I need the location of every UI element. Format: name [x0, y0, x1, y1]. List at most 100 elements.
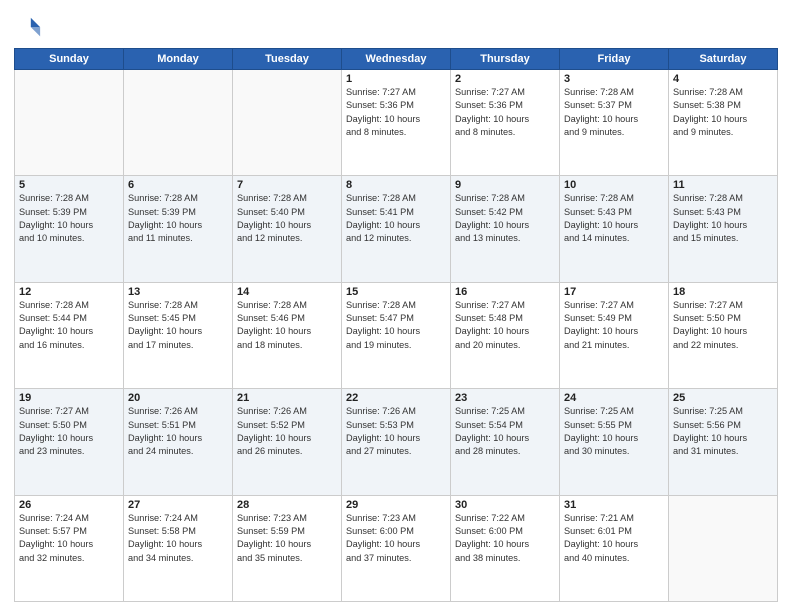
day-info: Sunrise: 7:28 AM Sunset: 5:46 PM Dayligh… — [237, 299, 337, 352]
day-info: Sunrise: 7:28 AM Sunset: 5:37 PM Dayligh… — [564, 86, 664, 139]
day-number: 12 — [19, 286, 119, 298]
logo — [14, 14, 44, 42]
day-info: Sunrise: 7:23 AM Sunset: 5:59 PM Dayligh… — [237, 512, 337, 565]
calendar-day-15: 15Sunrise: 7:28 AM Sunset: 5:47 PM Dayli… — [342, 282, 451, 388]
day-info: Sunrise: 7:28 AM Sunset: 5:43 PM Dayligh… — [564, 192, 664, 245]
day-number: 3 — [564, 73, 664, 85]
day-number: 9 — [455, 179, 555, 191]
day-number: 15 — [346, 286, 446, 298]
day-number: 11 — [673, 179, 773, 191]
calendar-day-22: 22Sunrise: 7:26 AM Sunset: 5:53 PM Dayli… — [342, 389, 451, 495]
calendar-day-1: 1Sunrise: 7:27 AM Sunset: 5:36 PM Daylig… — [342, 70, 451, 176]
day-number: 17 — [564, 286, 664, 298]
logo-icon — [14, 14, 42, 42]
day-number: 16 — [455, 286, 555, 298]
day-info: Sunrise: 7:25 AM Sunset: 5:55 PM Dayligh… — [564, 405, 664, 458]
day-info: Sunrise: 7:24 AM Sunset: 5:57 PM Dayligh… — [19, 512, 119, 565]
day-info: Sunrise: 7:28 AM Sunset: 5:45 PM Dayligh… — [128, 299, 228, 352]
calendar-day-26: 26Sunrise: 7:24 AM Sunset: 5:57 PM Dayli… — [15, 495, 124, 601]
calendar-day-28: 28Sunrise: 7:23 AM Sunset: 5:59 PM Dayli… — [233, 495, 342, 601]
calendar-week-row: 26Sunrise: 7:24 AM Sunset: 5:57 PM Dayli… — [15, 495, 778, 601]
day-header-saturday: Saturday — [669, 49, 778, 70]
day-number: 13 — [128, 286, 228, 298]
day-info: Sunrise: 7:27 AM Sunset: 5:36 PM Dayligh… — [346, 86, 446, 139]
calendar-day-11: 11Sunrise: 7:28 AM Sunset: 5:43 PM Dayli… — [669, 176, 778, 282]
day-info: Sunrise: 7:24 AM Sunset: 5:58 PM Dayligh… — [128, 512, 228, 565]
day-number: 5 — [19, 179, 119, 191]
day-number: 19 — [19, 392, 119, 404]
day-header-monday: Monday — [124, 49, 233, 70]
day-number: 23 — [455, 392, 555, 404]
day-info: Sunrise: 7:22 AM Sunset: 6:00 PM Dayligh… — [455, 512, 555, 565]
calendar-week-row: 1Sunrise: 7:27 AM Sunset: 5:36 PM Daylig… — [15, 70, 778, 176]
day-header-wednesday: Wednesday — [342, 49, 451, 70]
day-info: Sunrise: 7:27 AM Sunset: 5:49 PM Dayligh… — [564, 299, 664, 352]
calendar-day-empty — [15, 70, 124, 176]
calendar-day-25: 25Sunrise: 7:25 AM Sunset: 5:56 PM Dayli… — [669, 389, 778, 495]
day-info: Sunrise: 7:28 AM Sunset: 5:41 PM Dayligh… — [346, 192, 446, 245]
day-number: 8 — [346, 179, 446, 191]
page: SundayMondayTuesdayWednesdayThursdayFrid… — [0, 0, 792, 612]
calendar-day-7: 7Sunrise: 7:28 AM Sunset: 5:40 PM Daylig… — [233, 176, 342, 282]
calendar-day-29: 29Sunrise: 7:23 AM Sunset: 6:00 PM Dayli… — [342, 495, 451, 601]
day-number: 14 — [237, 286, 337, 298]
day-header-tuesday: Tuesday — [233, 49, 342, 70]
day-number: 31 — [564, 499, 664, 511]
day-number: 2 — [455, 73, 555, 85]
day-info: Sunrise: 7:27 AM Sunset: 5:50 PM Dayligh… — [19, 405, 119, 458]
day-info: Sunrise: 7:25 AM Sunset: 5:54 PM Dayligh… — [455, 405, 555, 458]
calendar-day-empty — [233, 70, 342, 176]
calendar-day-12: 12Sunrise: 7:28 AM Sunset: 5:44 PM Dayli… — [15, 282, 124, 388]
day-header-sunday: Sunday — [15, 49, 124, 70]
calendar-day-6: 6Sunrise: 7:28 AM Sunset: 5:39 PM Daylig… — [124, 176, 233, 282]
day-number: 10 — [564, 179, 664, 191]
calendar-day-empty — [124, 70, 233, 176]
day-number: 20 — [128, 392, 228, 404]
day-number: 24 — [564, 392, 664, 404]
day-number: 6 — [128, 179, 228, 191]
day-number: 27 — [128, 499, 228, 511]
day-info: Sunrise: 7:28 AM Sunset: 5:39 PM Dayligh… — [128, 192, 228, 245]
calendar-day-14: 14Sunrise: 7:28 AM Sunset: 5:46 PM Dayli… — [233, 282, 342, 388]
day-header-friday: Friday — [560, 49, 669, 70]
day-number: 7 — [237, 179, 337, 191]
day-info: Sunrise: 7:25 AM Sunset: 5:56 PM Dayligh… — [673, 405, 773, 458]
header — [14, 10, 778, 42]
calendar-day-8: 8Sunrise: 7:28 AM Sunset: 5:41 PM Daylig… — [342, 176, 451, 282]
day-info: Sunrise: 7:26 AM Sunset: 5:53 PM Dayligh… — [346, 405, 446, 458]
calendar-day-31: 31Sunrise: 7:21 AM Sunset: 6:01 PM Dayli… — [560, 495, 669, 601]
day-info: Sunrise: 7:27 AM Sunset: 5:50 PM Dayligh… — [673, 299, 773, 352]
calendar-day-20: 20Sunrise: 7:26 AM Sunset: 5:51 PM Dayli… — [124, 389, 233, 495]
calendar-day-4: 4Sunrise: 7:28 AM Sunset: 5:38 PM Daylig… — [669, 70, 778, 176]
day-info: Sunrise: 7:28 AM Sunset: 5:38 PM Dayligh… — [673, 86, 773, 139]
day-info: Sunrise: 7:28 AM Sunset: 5:44 PM Dayligh… — [19, 299, 119, 352]
day-number: 1 — [346, 73, 446, 85]
calendar-day-13: 13Sunrise: 7:28 AM Sunset: 5:45 PM Dayli… — [124, 282, 233, 388]
calendar-day-3: 3Sunrise: 7:28 AM Sunset: 5:37 PM Daylig… — [560, 70, 669, 176]
calendar-day-5: 5Sunrise: 7:28 AM Sunset: 5:39 PM Daylig… — [15, 176, 124, 282]
calendar-day-10: 10Sunrise: 7:28 AM Sunset: 5:43 PM Dayli… — [560, 176, 669, 282]
calendar-week-row: 12Sunrise: 7:28 AM Sunset: 5:44 PM Dayli… — [15, 282, 778, 388]
calendar-day-16: 16Sunrise: 7:27 AM Sunset: 5:48 PM Dayli… — [451, 282, 560, 388]
calendar-day-9: 9Sunrise: 7:28 AM Sunset: 5:42 PM Daylig… — [451, 176, 560, 282]
day-number: 22 — [346, 392, 446, 404]
day-number: 28 — [237, 499, 337, 511]
day-info: Sunrise: 7:27 AM Sunset: 5:36 PM Dayligh… — [455, 86, 555, 139]
day-info: Sunrise: 7:28 AM Sunset: 5:39 PM Dayligh… — [19, 192, 119, 245]
day-number: 26 — [19, 499, 119, 511]
day-info: Sunrise: 7:28 AM Sunset: 5:43 PM Dayligh… — [673, 192, 773, 245]
calendar-day-19: 19Sunrise: 7:27 AM Sunset: 5:50 PM Dayli… — [15, 389, 124, 495]
day-number: 18 — [673, 286, 773, 298]
day-number: 29 — [346, 499, 446, 511]
day-info: Sunrise: 7:28 AM Sunset: 5:40 PM Dayligh… — [237, 192, 337, 245]
day-info: Sunrise: 7:26 AM Sunset: 5:52 PM Dayligh… — [237, 405, 337, 458]
day-number: 25 — [673, 392, 773, 404]
day-number: 4 — [673, 73, 773, 85]
day-info: Sunrise: 7:21 AM Sunset: 6:01 PM Dayligh… — [564, 512, 664, 565]
day-number: 21 — [237, 392, 337, 404]
calendar-week-row: 19Sunrise: 7:27 AM Sunset: 5:50 PM Dayli… — [15, 389, 778, 495]
day-number: 30 — [455, 499, 555, 511]
calendar-day-23: 23Sunrise: 7:25 AM Sunset: 5:54 PM Dayli… — [451, 389, 560, 495]
day-info: Sunrise: 7:28 AM Sunset: 5:42 PM Dayligh… — [455, 192, 555, 245]
calendar-day-18: 18Sunrise: 7:27 AM Sunset: 5:50 PM Dayli… — [669, 282, 778, 388]
